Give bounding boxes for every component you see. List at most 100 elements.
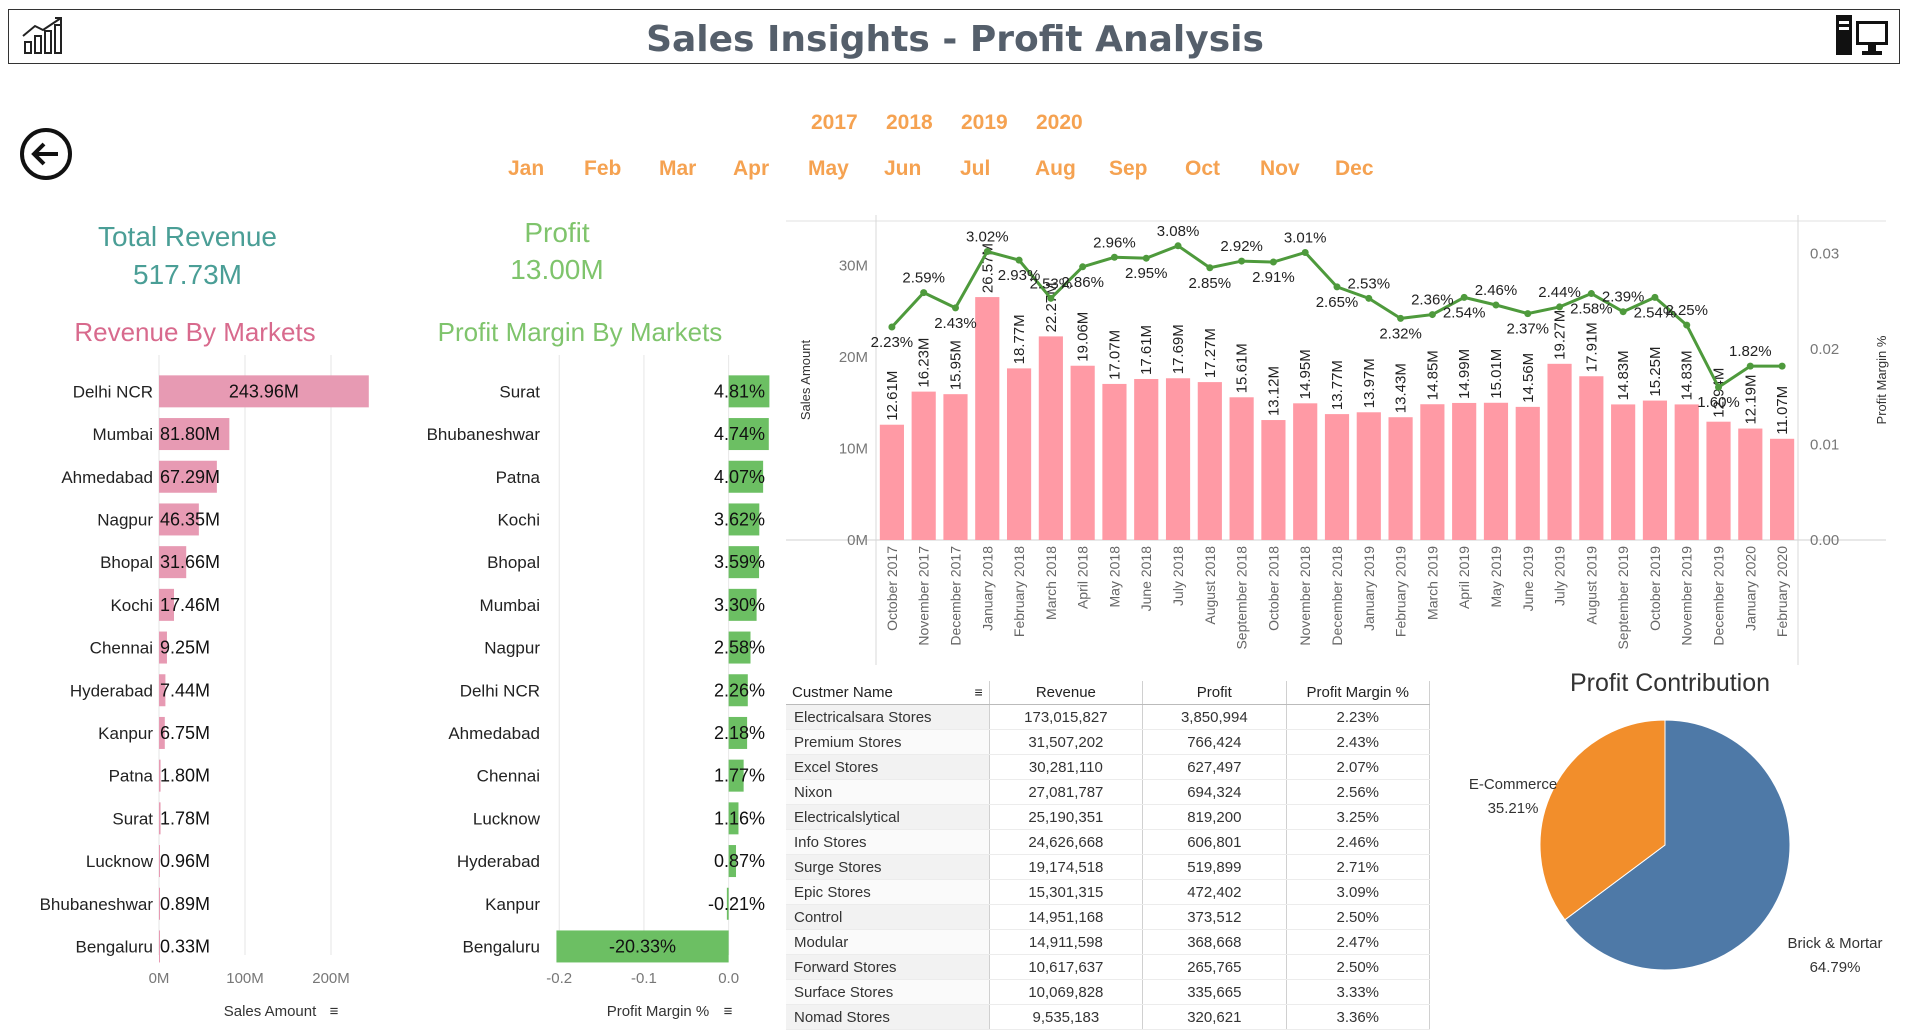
line-point[interactable] bbox=[1778, 362, 1786, 370]
line-point[interactable] bbox=[1556, 303, 1564, 311]
filter-year-2019[interactable]: 2019 bbox=[961, 111, 1008, 135]
line-point[interactable] bbox=[983, 248, 991, 256]
filter-month-feb[interactable]: Feb bbox=[584, 157, 621, 181]
filter-month-apr[interactable]: Apr bbox=[733, 157, 769, 181]
table-row[interactable]: Control 14,951,168 373,512 2.50% bbox=[786, 904, 1431, 930]
filter-month-jan[interactable]: Jan bbox=[508, 157, 544, 181]
line-point[interactable] bbox=[1079, 263, 1087, 271]
line-point[interactable] bbox=[1524, 310, 1532, 318]
line-point[interactable] bbox=[1333, 283, 1341, 291]
bar[interactable] bbox=[1770, 438, 1795, 540]
line-point[interactable] bbox=[1428, 311, 1436, 319]
line-point[interactable] bbox=[1015, 256, 1023, 264]
line-point[interactable] bbox=[1397, 314, 1405, 322]
table-row[interactable]: Nixon 27,081,787 694,324 2.56% bbox=[786, 779, 1431, 805]
bar[interactable] bbox=[1038, 336, 1063, 540]
line-point[interactable] bbox=[1365, 294, 1373, 302]
cell-margin: 3.09% bbox=[1286, 879, 1431, 905]
filter-month-mar[interactable]: Mar bbox=[659, 157, 696, 181]
table-row[interactable]: Excel Stores 30,281,110 627,497 2.07% bbox=[786, 754, 1431, 780]
line-point[interactable] bbox=[1142, 254, 1150, 262]
bar[interactable] bbox=[1293, 403, 1318, 540]
bar[interactable] bbox=[1611, 404, 1636, 540]
bar[interactable] bbox=[1706, 421, 1731, 540]
bar[interactable] bbox=[911, 391, 936, 540]
table-row[interactable]: Epic Stores 15,301,315 472,402 3.09% bbox=[786, 879, 1431, 905]
table-row[interactable]: Surge Stores 19,174,518 519,899 2.71% bbox=[786, 854, 1431, 880]
table-row[interactable]: Electricalsara Stores 173,015,827 3,850,99… bbox=[786, 704, 1431, 730]
line-point[interactable] bbox=[951, 304, 959, 312]
line-point[interactable] bbox=[1269, 258, 1277, 266]
line-point[interactable] bbox=[1683, 321, 1691, 329]
bar[interactable] bbox=[943, 394, 968, 540]
filter-month-sep[interactable]: Sep bbox=[1109, 157, 1148, 181]
line-point[interactable] bbox=[1651, 293, 1659, 301]
line-point[interactable] bbox=[920, 289, 928, 297]
bar[interactable] bbox=[1483, 402, 1509, 540]
bar[interactable] bbox=[1738, 428, 1763, 540]
filter-year-2020[interactable]: 2020 bbox=[1036, 111, 1083, 135]
line-point[interactable] bbox=[1460, 293, 1468, 301]
bar[interactable] bbox=[1134, 378, 1159, 540]
table-row[interactable]: Premium Stores 31,507,202 766,424 2.43% bbox=[786, 729, 1431, 755]
line-point[interactable] bbox=[1715, 383, 1723, 391]
filter-month-nov[interactable]: Nov bbox=[1260, 157, 1300, 181]
bar[interactable] bbox=[1102, 383, 1127, 540]
data-label: 1.78M bbox=[160, 808, 210, 828]
line-point[interactable] bbox=[1238, 257, 1246, 265]
filter-year-2017[interactable]: 2017 bbox=[811, 111, 858, 135]
bar[interactable] bbox=[1356, 412, 1381, 540]
sort-icon[interactable]: ≡ bbox=[724, 1003, 733, 1020]
bar[interactable] bbox=[1674, 404, 1699, 540]
bar[interactable] bbox=[1197, 382, 1222, 540]
bar[interactable] bbox=[879, 424, 904, 540]
column-header-customer[interactable]: Custmer Name ≡ bbox=[786, 681, 990, 705]
filter-month-aug[interactable]: Aug bbox=[1035, 157, 1076, 181]
line-point[interactable] bbox=[1206, 264, 1214, 272]
line-point[interactable] bbox=[1174, 242, 1182, 250]
bar[interactable] bbox=[1324, 414, 1350, 540]
sort-icon[interactable]: ≡ bbox=[330, 1003, 339, 1020]
filter-month-oct[interactable]: Oct bbox=[1185, 157, 1220, 181]
back-arrow-icon[interactable] bbox=[19, 127, 73, 181]
column-header-profit[interactable]: Profit bbox=[1142, 681, 1287, 705]
line-point[interactable] bbox=[1047, 294, 1055, 302]
table-row[interactable]: Modular 14,911,598 368,668 2.47% bbox=[786, 929, 1431, 955]
data-label: 1.77% bbox=[714, 766, 765, 786]
bar[interactable] bbox=[1388, 417, 1413, 540]
bar[interactable] bbox=[1579, 376, 1604, 540]
bar[interactable] bbox=[1547, 363, 1572, 540]
table-row[interactable]: Info Stores 24,626,668 606,801 2.46% bbox=[786, 829, 1431, 855]
bar[interactable] bbox=[1006, 368, 1032, 540]
bar[interactable] bbox=[1261, 420, 1286, 540]
column-header-revenue[interactable]: Revenue bbox=[989, 681, 1144, 705]
column-header-margin[interactable]: Profit Margin % bbox=[1286, 681, 1431, 705]
bar[interactable] bbox=[1165, 378, 1191, 540]
line-point[interactable] bbox=[1492, 301, 1500, 309]
line-point[interactable] bbox=[1301, 248, 1309, 256]
filter-month-may[interactable]: May bbox=[808, 157, 849, 181]
filter-year-2018[interactable]: 2018 bbox=[886, 111, 933, 135]
table-row[interactable]: Forward Stores 10,617,637 265,765 2.50% bbox=[786, 954, 1431, 980]
line-point[interactable] bbox=[1587, 290, 1595, 298]
bar[interactable] bbox=[1515, 406, 1540, 540]
filter-month-jun[interactable]: Jun bbox=[884, 157, 921, 181]
sort-icon[interactable]: ≡ bbox=[974, 684, 982, 700]
bar[interactable] bbox=[1420, 404, 1445, 540]
filter-month-jul[interactable]: Jul bbox=[960, 157, 990, 181]
filter-month-dec[interactable]: Dec bbox=[1335, 157, 1374, 181]
bar[interactable] bbox=[1070, 365, 1095, 540]
table-row[interactable]: Nomad Stores 9,535,183 320,621 3.36% bbox=[786, 1004, 1431, 1030]
line-point[interactable] bbox=[1110, 253, 1118, 261]
bar[interactable] bbox=[1452, 402, 1477, 540]
line-point[interactable] bbox=[1746, 362, 1754, 370]
table-row[interactable]: Electricalslytical 25,190,351 819,200 3.25% bbox=[786, 804, 1431, 830]
data-label: 16.23M bbox=[916, 338, 933, 388]
bar[interactable] bbox=[1642, 400, 1668, 540]
bar[interactable] bbox=[975, 297, 1000, 540]
category-label: Patna bbox=[496, 468, 541, 487]
line-point[interactable] bbox=[888, 323, 896, 331]
line-point[interactable] bbox=[1619, 308, 1627, 316]
bar[interactable] bbox=[1229, 397, 1254, 540]
table-row[interactable]: Surface Stores 10,069,828 335,665 3.33% bbox=[786, 979, 1431, 1005]
